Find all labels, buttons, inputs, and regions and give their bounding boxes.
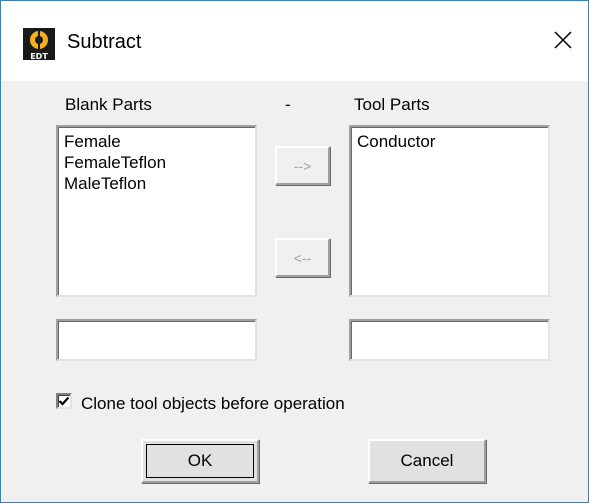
close-icon bbox=[554, 30, 572, 54]
blank-parts-input[interactable] bbox=[56, 319, 257, 361]
tool-parts-list[interactable]: Conductor bbox=[349, 125, 550, 297]
edt-app-icon: EDT bbox=[23, 28, 55, 61]
move-right-button[interactable]: --> bbox=[275, 146, 330, 185]
close-button[interactable] bbox=[541, 23, 585, 61]
list-item[interactable]: FemaleTeflon bbox=[58, 152, 255, 173]
blank-parts-label: Blank Parts bbox=[65, 95, 152, 114]
window-title: Subtract bbox=[67, 31, 142, 53]
list-item[interactable]: MaleTeflon bbox=[58, 173, 255, 194]
ok-button[interactable]: OK bbox=[141, 439, 259, 483]
clone-tool-objects-checkbox[interactable] bbox=[56, 393, 72, 409]
svg-text:EDT: EDT bbox=[30, 52, 48, 60]
clone-tool-objects-label[interactable]: Clone tool objects before operation bbox=[81, 394, 345, 414]
tool-parts-text-field[interactable] bbox=[351, 321, 548, 359]
title-bar[interactable]: EDT Subtract bbox=[1, 1, 588, 81]
subtract-dialog: EDT Subtract Blank Parts - Tool Parts Fe… bbox=[0, 0, 589, 503]
tool-parts-input[interactable] bbox=[349, 319, 550, 361]
blank-parts-text-field[interactable] bbox=[58, 321, 255, 359]
list-item[interactable]: Conductor bbox=[351, 131, 548, 152]
blank-parts-list[interactable]: Female FemaleTeflon MaleTeflon bbox=[56, 125, 257, 297]
tool-parts-label: Tool Parts bbox=[354, 95, 430, 114]
list-item[interactable]: Female bbox=[58, 131, 255, 152]
cancel-button[interactable]: Cancel bbox=[368, 439, 486, 483]
separator-label: - bbox=[285, 95, 291, 114]
move-left-button[interactable]: <-- bbox=[275, 238, 330, 277]
